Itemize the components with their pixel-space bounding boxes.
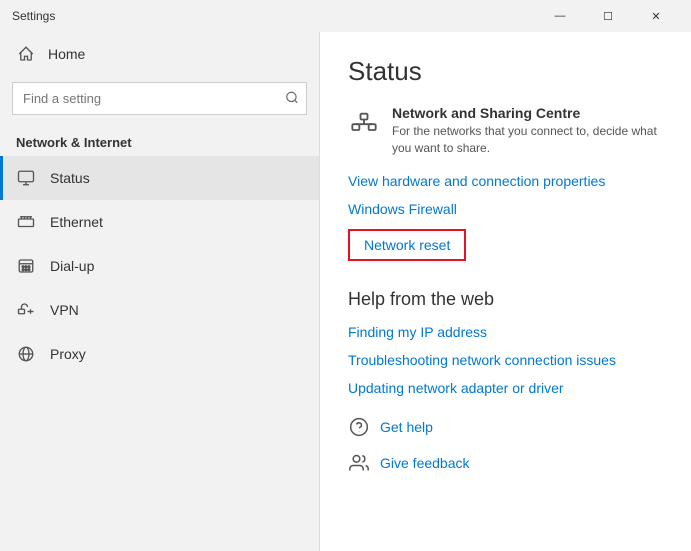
titlebar: Settings — ☐ ✕ <box>0 0 691 32</box>
get-help-item[interactable]: Get help <box>348 416 663 438</box>
proxy-label: Proxy <box>50 346 86 362</box>
sidebar-category: Network & Internet <box>0 125 319 156</box>
main-content: Status Network and Sharing Centre For th… <box>320 32 691 551</box>
windows-firewall-link[interactable]: Windows Firewall <box>348 201 663 217</box>
status-icon <box>16 168 36 188</box>
sidebar-item-status[interactable]: Status <box>0 156 319 200</box>
home-label: Home <box>48 46 85 62</box>
close-button[interactable]: ✕ <box>633 0 679 32</box>
help-section-title: Help from the web <box>348 289 663 310</box>
network-reset-link[interactable]: Network reset <box>364 237 450 253</box>
network-sharing-text: Network and Sharing Centre For the netwo… <box>392 105 663 157</box>
view-hardware-link[interactable]: View hardware and connection properties <box>348 173 663 189</box>
get-help-label: Get help <box>380 419 433 435</box>
status-label: Status <box>50 170 90 186</box>
sidebar-item-dialup[interactable]: Dial-up <box>0 244 319 288</box>
vpn-label: VPN <box>50 302 79 318</box>
proxy-icon <box>16 344 36 364</box>
page-title: Status <box>348 56 663 87</box>
sidebar-item-proxy[interactable]: Proxy <box>0 332 319 376</box>
give-feedback-item[interactable]: Give feedback <box>348 452 663 474</box>
sidebar-item-vpn[interactable]: VPN <box>0 288 319 332</box>
app-container: Home Network & Internet St <box>0 32 691 551</box>
ethernet-icon <box>16 212 36 232</box>
network-sharing-heading: Network and Sharing Centre <box>392 105 663 121</box>
search-box <box>12 82 307 115</box>
give-feedback-icon <box>348 452 370 474</box>
network-sharing-block: Network and Sharing Centre For the netwo… <box>348 105 663 157</box>
help-link-adapter[interactable]: Updating network adapter or driver <box>348 380 663 396</box>
app-title: Settings <box>12 9 55 23</box>
network-reset-box: Network reset <box>348 229 466 261</box>
search-input[interactable] <box>12 82 307 115</box>
search-icon <box>285 90 299 107</box>
network-sharing-description: For the networks that you connect to, de… <box>392 123 663 157</box>
sidebar-item-home[interactable]: Home <box>0 32 319 76</box>
network-sharing-icon <box>348 107 380 139</box>
sidebar-item-ethernet[interactable]: Ethernet <box>0 200 319 244</box>
dialup-label: Dial-up <box>50 258 94 274</box>
window-controls: — ☐ ✕ <box>537 0 679 32</box>
home-icon <box>16 44 36 64</box>
help-link-ip[interactable]: Finding my IP address <box>348 324 663 340</box>
dialup-icon <box>16 256 36 276</box>
get-help-icon <box>348 416 370 438</box>
sidebar: Home Network & Internet St <box>0 32 320 551</box>
vpn-icon <box>16 300 36 320</box>
help-link-troubleshoot[interactable]: Troubleshooting network connection issue… <box>348 352 663 368</box>
give-feedback-label: Give feedback <box>380 455 470 471</box>
minimize-button[interactable]: — <box>537 0 583 32</box>
maximize-button[interactable]: ☐ <box>585 0 631 32</box>
ethernet-label: Ethernet <box>50 214 103 230</box>
bottom-links: Get help Give feedback <box>348 416 663 474</box>
